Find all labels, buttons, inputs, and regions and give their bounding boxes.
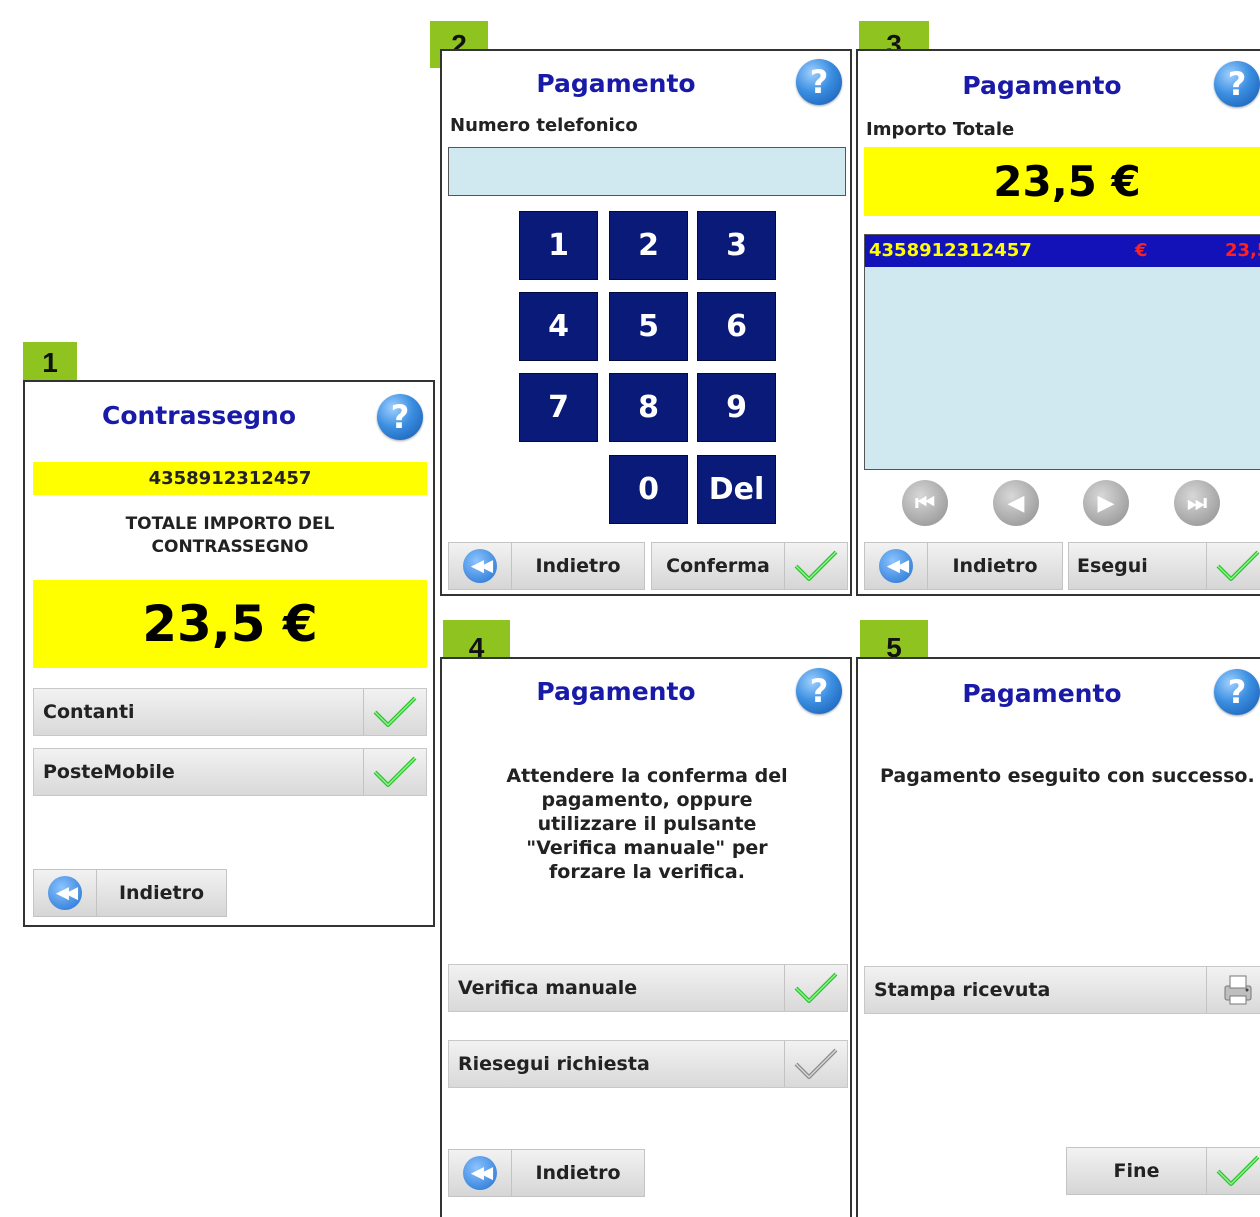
screen-payment-success: Pagamento ? Pagamento eseguito con succe… xyxy=(856,657,1260,1217)
check-gray-icon xyxy=(784,1041,847,1087)
check-icon xyxy=(363,689,426,735)
transactions-list[interactable]: 4358912312457 € 23,5 xyxy=(864,234,1260,470)
total-label: Importo Totale xyxy=(866,119,1015,140)
key-7[interactable]: 7 xyxy=(519,373,598,442)
key-delete[interactable]: Del xyxy=(697,455,776,524)
key-1[interactable]: 1 xyxy=(519,211,598,280)
finish-label: Fine xyxy=(1113,1160,1160,1182)
screen-phone-entry: Pagamento ? Numero telefonico 1 2 3 4 5 … xyxy=(440,49,852,596)
check-icon xyxy=(784,965,847,1011)
shipment-code: 4358912312457 xyxy=(148,468,312,489)
row-value: 23,5 xyxy=(1225,240,1260,261)
key-0[interactable]: 0 xyxy=(609,455,688,524)
amount-value: 23,5 € xyxy=(993,157,1141,206)
page-title: Contrassegno xyxy=(101,401,297,430)
key-9[interactable]: 9 xyxy=(697,373,776,442)
execute-label: Esegui xyxy=(1077,555,1148,577)
first-page-icon[interactable]: ⏮ xyxy=(902,480,948,526)
back-label: Indietro xyxy=(535,555,621,577)
finish-button[interactable]: Fine xyxy=(1066,1147,1260,1195)
rewind-icon: ◀◀ xyxy=(449,1150,512,1196)
screen-payment-summary: Pagamento ? Importo Totale 23,5 € 435891… xyxy=(856,49,1260,596)
phone-input[interactable] xyxy=(448,147,846,196)
check-icon xyxy=(1206,543,1260,589)
row-currency: € xyxy=(1135,240,1148,261)
help-icon[interactable]: ? xyxy=(1214,669,1260,715)
key-8[interactable]: 8 xyxy=(609,373,688,442)
list-item[interactable]: 4358912312457 € 23,5 xyxy=(865,235,1260,267)
page-title: Pagamento xyxy=(962,679,1122,708)
key-6[interactable]: 6 xyxy=(697,292,776,361)
retry-request-button[interactable]: Riesegui richiesta xyxy=(448,1040,848,1088)
verify-manual-button[interactable]: Verifica manuale xyxy=(448,964,848,1012)
option-label: Contanti xyxy=(43,701,135,723)
key-3[interactable]: 3 xyxy=(697,211,776,280)
key-2[interactable]: 2 xyxy=(609,211,688,280)
verify-label: Verifica manuale xyxy=(458,977,638,999)
back-button[interactable]: ◀◀ Indietro xyxy=(448,542,645,590)
check-icon xyxy=(1206,1148,1260,1194)
amount-value: 23,5 € xyxy=(142,595,318,653)
total-label: TOTALE IMPORTO DEL CONTRASSEGNO xyxy=(125,514,335,557)
previous-page-icon[interactable]: ◀ xyxy=(993,480,1039,526)
check-icon xyxy=(784,543,847,589)
step-badge-1: 1 xyxy=(23,342,77,384)
last-page-icon[interactable]: ⏭ xyxy=(1174,480,1220,526)
rewind-icon: ◀◀ xyxy=(34,870,97,916)
success-message: Pagamento eseguito con successo. xyxy=(880,765,1255,787)
back-label: Indietro xyxy=(535,1162,621,1184)
check-icon xyxy=(363,749,426,795)
back-button[interactable]: ◀◀ Indietro xyxy=(864,542,1063,590)
screen-contrassegno: Contrassegno ? 4358912312457 TOTALE IMPO… xyxy=(23,380,435,927)
print-label: Stampa ricevuta xyxy=(874,979,1051,1001)
print-receipt-button[interactable]: Stampa ricevuta xyxy=(864,966,1260,1014)
option-postemobile-button[interactable]: PosteMobile xyxy=(33,748,427,796)
next-page-icon[interactable]: ▶ xyxy=(1083,480,1129,526)
page-title: Pagamento xyxy=(536,69,696,98)
row-code: 4358912312457 xyxy=(869,240,1032,261)
back-label: Indietro xyxy=(952,555,1038,577)
page-title: Pagamento xyxy=(962,71,1122,100)
execute-button[interactable]: Esegui xyxy=(1068,542,1260,590)
rewind-icon: ◀◀ xyxy=(449,543,512,589)
page-title: Pagamento xyxy=(536,677,696,706)
option-contanti-button[interactable]: Contanti xyxy=(33,688,427,736)
option-label: PosteMobile xyxy=(43,761,175,783)
status-message: Attendere la conferma del pagamento, opp… xyxy=(506,765,788,883)
help-icon[interactable]: ? xyxy=(796,668,842,714)
back-button[interactable]: ◀◀ Indietro xyxy=(448,1149,645,1197)
printer-icon xyxy=(1206,967,1260,1013)
screen-awaiting-confirmation: Pagamento ? Attendere la conferma del pa… xyxy=(440,657,852,1217)
back-button[interactable]: ◀◀ Indietro xyxy=(33,869,227,917)
help-icon[interactable]: ? xyxy=(377,394,423,440)
confirm-button[interactable]: Conferma xyxy=(651,542,848,590)
help-icon[interactable]: ? xyxy=(1214,61,1260,107)
phone-label: Numero telefonico xyxy=(450,115,638,136)
retry-label: Riesegui richiesta xyxy=(458,1053,650,1075)
confirm-label: Conferma xyxy=(666,555,770,577)
help-icon[interactable]: ? xyxy=(796,59,842,105)
key-4[interactable]: 4 xyxy=(519,292,598,361)
rewind-icon: ◀◀ xyxy=(865,543,928,589)
key-5[interactable]: 5 xyxy=(609,292,688,361)
back-label: Indietro xyxy=(118,882,205,904)
